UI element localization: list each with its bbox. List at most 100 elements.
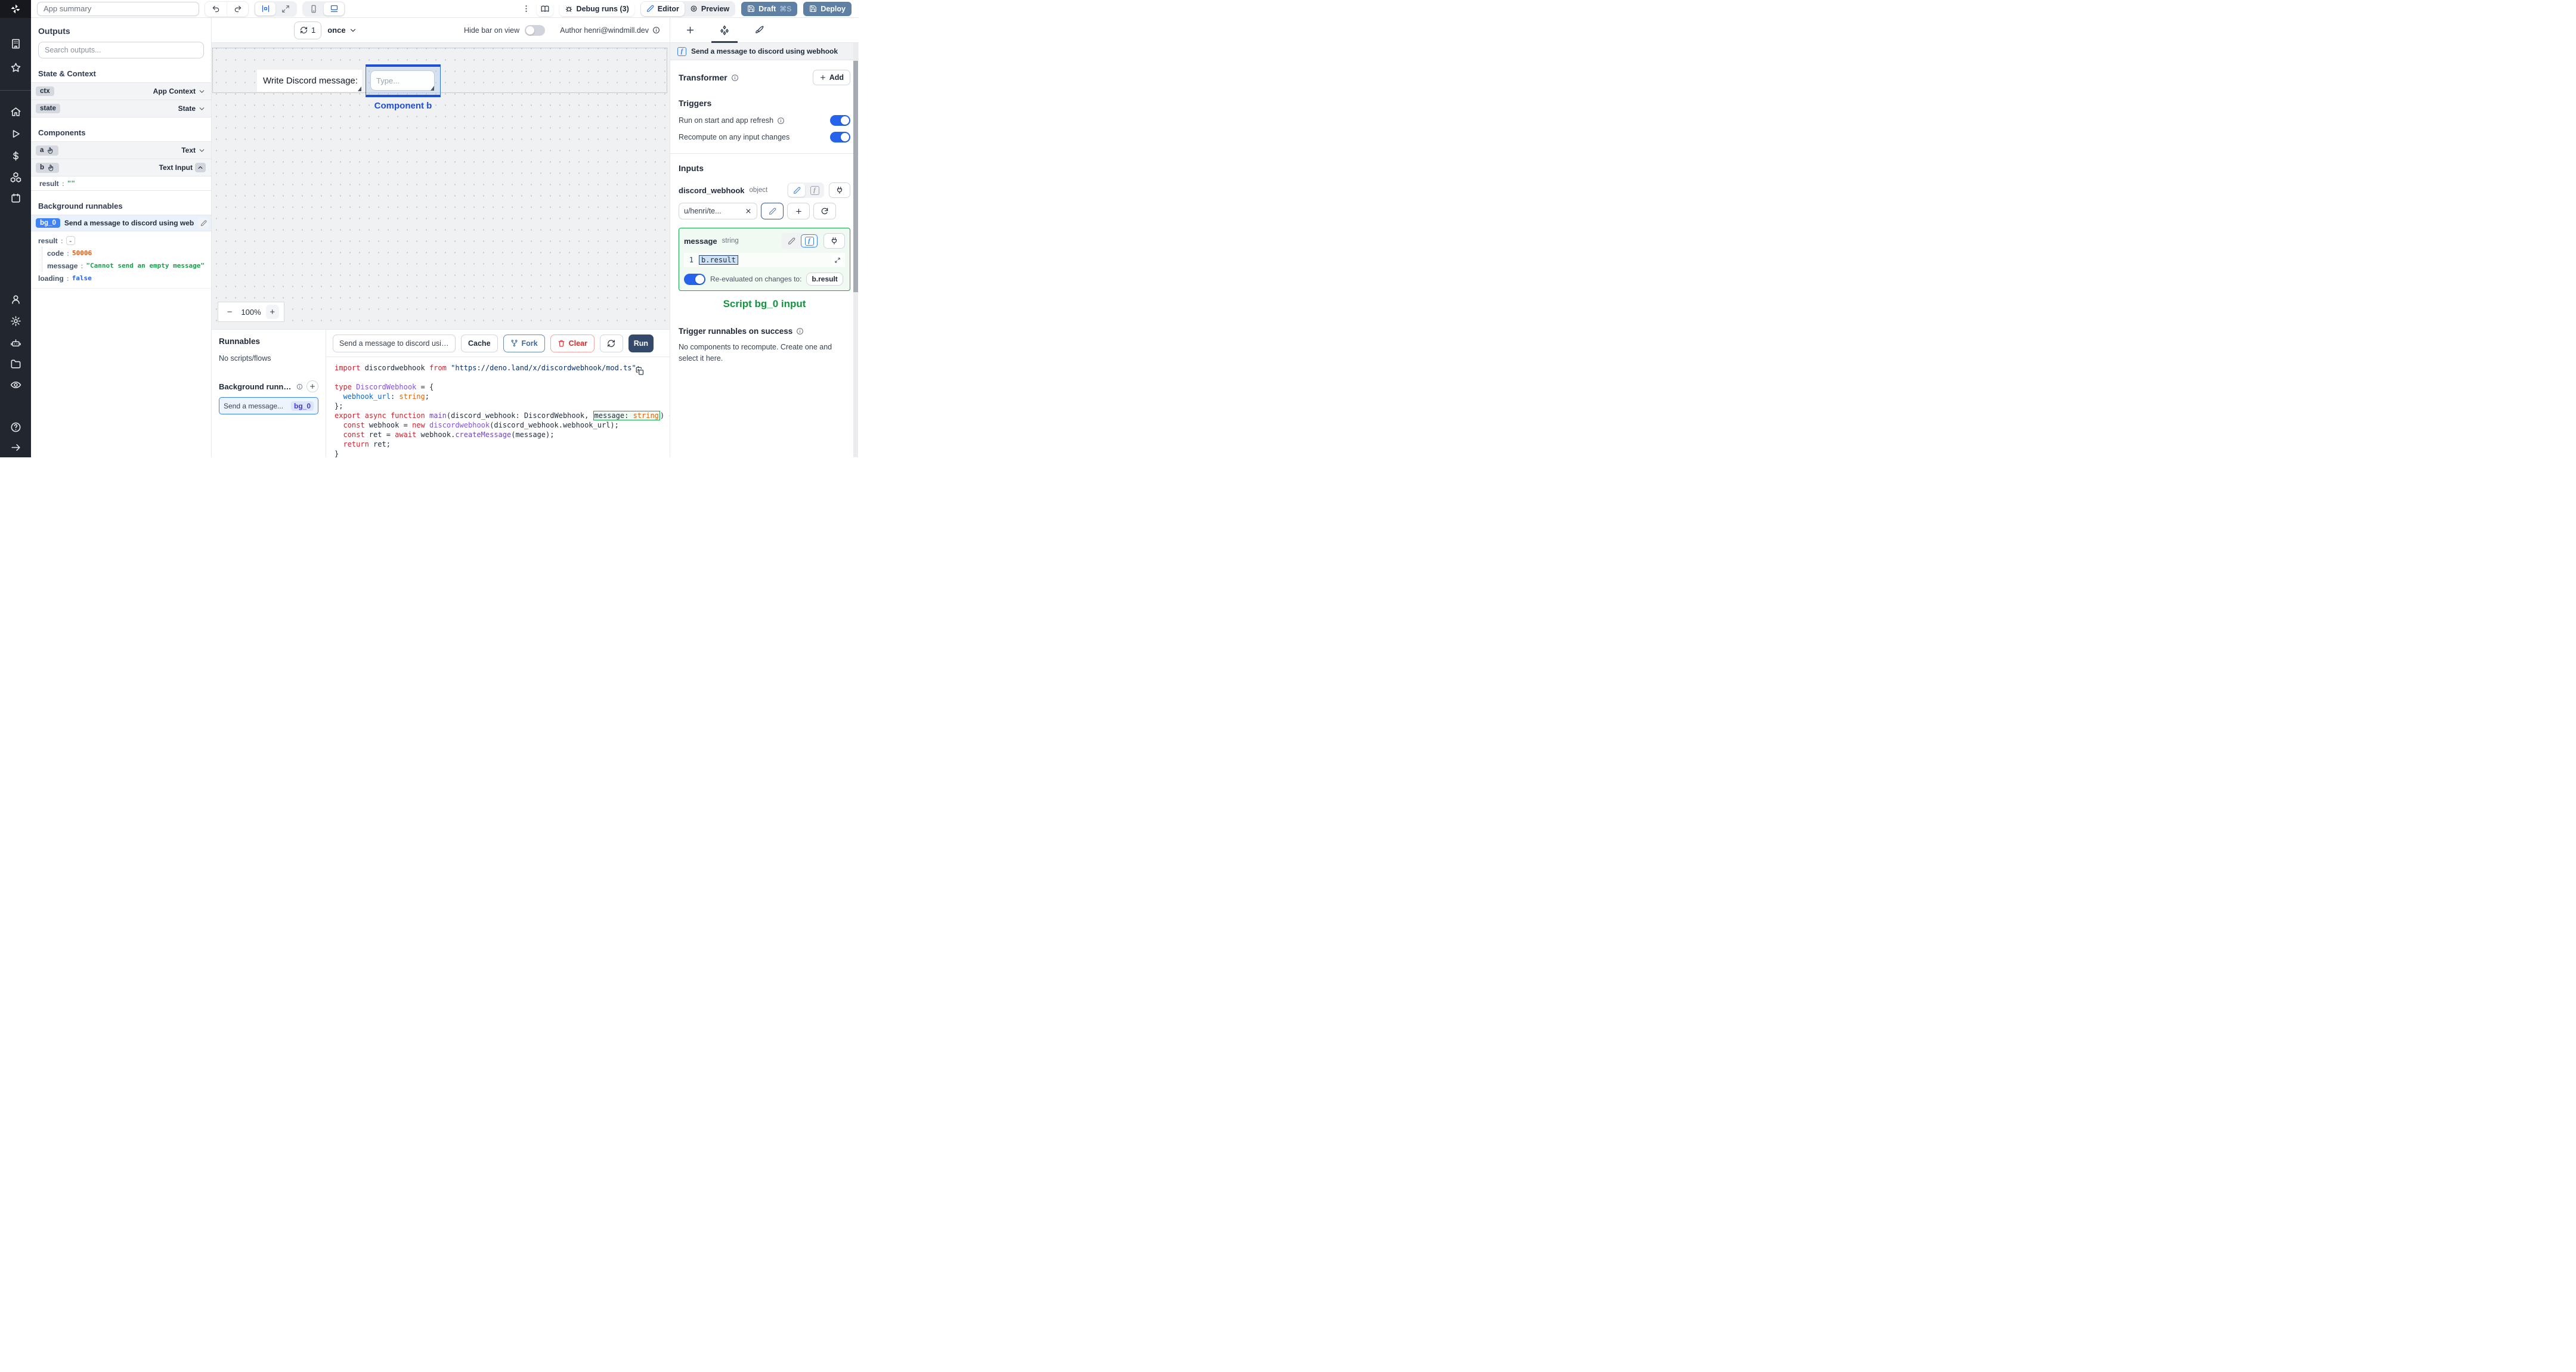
folders-icon[interactable] — [10, 358, 21, 370]
workspace-icon[interactable] — [10, 38, 21, 49]
output-row-ctx[interactable]: ctx App Context — [31, 83, 211, 100]
run-button[interactable]: Run — [628, 334, 654, 352]
cache-button[interactable]: Cache — [461, 334, 498, 352]
text-input-component[interactable] — [370, 70, 435, 91]
home-icon[interactable] — [10, 106, 21, 117]
connect-plug-button[interactable] — [823, 233, 845, 249]
resize-handle[interactable] — [358, 86, 361, 91]
windmill-logo[interactable] — [0, 0, 31, 18]
collapse-arrow-icon[interactable] — [10, 441, 21, 453]
center-layout-button[interactable] — [255, 2, 275, 16]
background-runnables-label: Background runnables — [219, 382, 294, 391]
eval-function-button[interactable]: f — [806, 184, 823, 197]
code-editor[interactable]: import discordwebhook from "https://deno… — [326, 357, 670, 457]
draft-shortcut: ⌘S — [779, 4, 792, 13]
clear-button[interactable]: Clear — [550, 334, 595, 352]
chevron-down-icon — [198, 147, 206, 154]
edit-pencil-icon[interactable] — [198, 218, 209, 228]
runs-play-icon[interactable] — [10, 128, 21, 140]
run-on-start-toggle[interactable] — [830, 115, 850, 126]
collapse-json-button[interactable]: - — [66, 236, 75, 245]
refresh-icon — [300, 26, 308, 34]
script-title-tab[interactable]: Send a message to discord using — [333, 334, 456, 352]
component-row-a[interactable]: a Text — [31, 142, 211, 159]
desktop-view-button[interactable] — [324, 2, 344, 16]
text-component-a[interactable]: Write Discord message: — [257, 70, 362, 92]
expression-mini-editor[interactable]: 1 b.result — [684, 253, 845, 267]
top-toolbar: Debug runs (3) Editor Preview Draft⌘S De… — [31, 0, 859, 18]
favorites-star-icon[interactable] — [10, 61, 21, 73]
variables-dollar-icon[interactable] — [10, 150, 21, 162]
refresh-count-button[interactable]: 1 — [294, 21, 322, 39]
copy-code-icon[interactable] — [636, 367, 645, 376]
hand-pointer-icon — [47, 164, 55, 172]
resources-cubes-icon[interactable] — [10, 171, 21, 183]
tab-styling[interactable] — [742, 18, 776, 43]
reload-icon — [821, 207, 829, 215]
hide-bar-toggle[interactable] — [525, 24, 546, 36]
add-background-runnable-button[interactable] — [306, 380, 318, 392]
search-outputs-input[interactable] — [38, 42, 204, 58]
workers-robot-icon[interactable] — [10, 337, 21, 349]
app-summary-input[interactable] — [37, 1, 199, 16]
settings-gear-icon[interactable] — [10, 315, 21, 327]
resource-picker-field[interactable]: u/henri/te... — [679, 203, 757, 219]
help-icon[interactable] — [10, 421, 21, 433]
output-row-state[interactable]: state State — [31, 100, 211, 117]
docs-book-button[interactable] — [536, 1, 553, 16]
reeval-label: Re-evaluated on changes to: — [710, 275, 802, 283]
redo-button[interactable] — [227, 1, 248, 16]
eval-function-button[interactable]: f — [801, 234, 818, 247]
selection-label: Component b — [374, 101, 432, 111]
refresh-script-button[interactable] — [599, 334, 623, 352]
static-edit-pencil-button[interactable] — [788, 184, 805, 197]
zoom-out-button[interactable]: − — [223, 305, 236, 319]
bg0-output-row[interactable]: bg_0 Send a message to discord using web… — [31, 215, 211, 231]
info-icon — [796, 327, 804, 335]
reload-resource-button[interactable] — [813, 203, 836, 219]
schedules-calendar-icon[interactable] — [10, 192, 21, 204]
b-result-row[interactable]: result : "" — [31, 176, 211, 191]
app-canvas[interactable]: Write Discord message: Component b − 100… — [212, 43, 670, 330]
paintbrush-icon — [754, 25, 764, 35]
clear-resource-icon[interactable] — [745, 207, 752, 215]
right-panel-scrollbar[interactable] — [853, 43, 858, 457]
selected-component-b[interactable] — [366, 64, 441, 97]
more-menu-icon[interactable] — [522, 4, 531, 13]
layout-toggle-group — [254, 1, 297, 17]
add-transformer-button[interactable]: Add — [812, 70, 850, 85]
chevron-down-icon — [198, 88, 206, 95]
deploy-button[interactable]: Deploy — [803, 1, 852, 16]
audit-eye-icon[interactable] — [10, 379, 21, 391]
tab-component-settings[interactable] — [707, 18, 742, 43]
recompute-toggle[interactable] — [830, 132, 850, 143]
users-icon[interactable] — [10, 293, 21, 305]
connect-plug-button[interactable] — [829, 182, 850, 198]
mobile-view-button[interactable] — [304, 2, 324, 16]
scrollbar-thumb[interactable] — [853, 61, 858, 292]
draft-button[interactable]: Draft ⌘S — [741, 1, 798, 16]
zoom-level: 100% — [241, 307, 261, 317]
fork-button[interactable]: Fork — [503, 334, 545, 352]
collapse-chevron-up-button[interactable] — [195, 163, 206, 172]
debug-runs-button[interactable]: Debug runs (3) — [559, 1, 634, 16]
runnables-title: Runnables — [219, 337, 261, 346]
reeval-toggle[interactable] — [684, 273, 705, 285]
edit-resource-pencil-button[interactable] — [761, 203, 784, 219]
tab-insert-component[interactable] — [673, 18, 707, 43]
trigger-runnables-empty: No components to recompute. Create one a… — [679, 343, 832, 363]
static-edit-pencil-button[interactable] — [783, 234, 800, 247]
interval-dropdown[interactable]: once — [327, 26, 357, 35]
expand-editor-icon[interactable] — [832, 255, 843, 265]
runnable-item-bg0[interactable]: Send a message... bg_0 — [219, 397, 318, 414]
reeval-target-pill[interactable]: b.result — [806, 272, 843, 286]
add-resource-button[interactable] — [787, 203, 810, 219]
zoom-in-button[interactable]: + — [265, 305, 279, 319]
preview-tab[interactable]: Preview — [685, 2, 735, 16]
device-toggle-group — [302, 1, 345, 17]
editor-tab[interactable]: Editor — [640, 1, 685, 16]
undo-button[interactable] — [205, 2, 227, 16]
component-row-b[interactable]: b Text Input — [31, 159, 211, 176]
inputs-title: Inputs — [679, 163, 704, 173]
fullscreen-button[interactable] — [275, 2, 296, 16]
